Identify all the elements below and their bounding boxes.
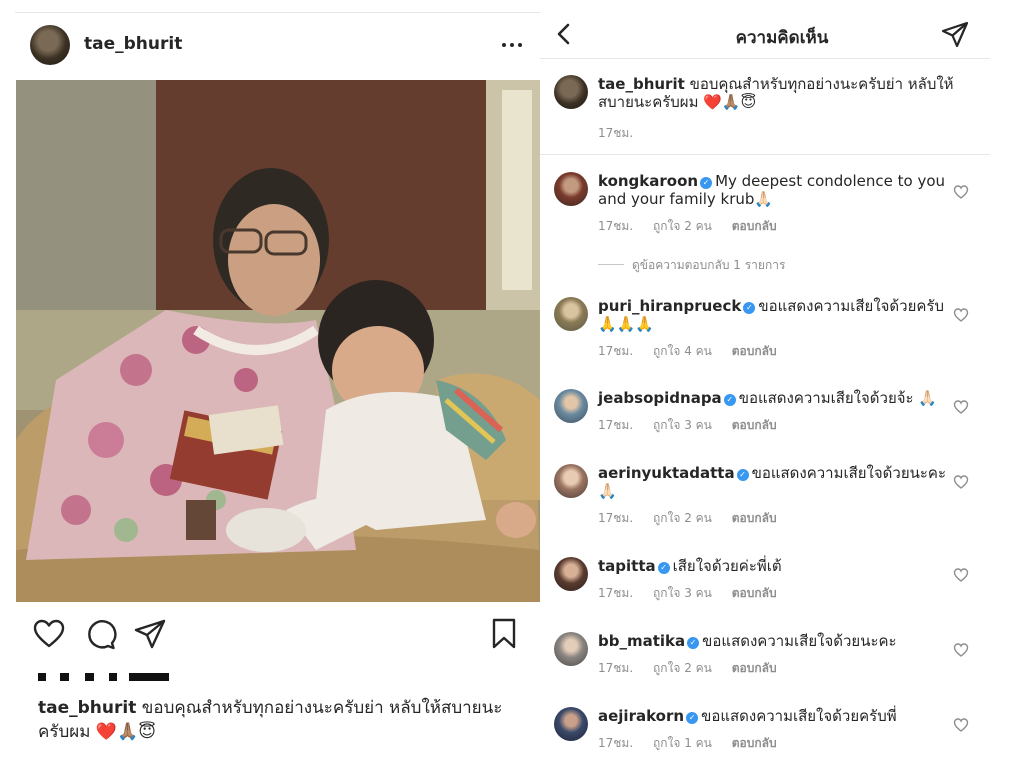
avatar[interactable] — [554, 464, 588, 498]
verified-badge-icon: ✓ — [723, 394, 736, 406]
comment-username[interactable]: puri_hiranprueck — [598, 297, 741, 315]
comment-meta: 17ชม. ถูกใจ 1 คน ตอบกลับ — [598, 736, 777, 750]
comment-text: kongkaroon ✓ My deepest condolence to you … — [598, 172, 946, 208]
comment-meta: 17ชม. ถูกใจ 2 คน ตอบกลับ — [598, 661, 777, 675]
bookmark-button[interactable] — [486, 616, 522, 652]
small-heart-icon[interactable] — [953, 184, 969, 200]
divider — [540, 154, 990, 155]
divider — [15, 12, 540, 13]
small-heart-icon[interactable] — [953, 399, 969, 415]
comment-meta: 17ชม. — [598, 124, 649, 143]
verified-badge-icon: ✓ — [687, 637, 700, 649]
comment-text: tapitta ✓ เสียใจด้วยค่ะพี่เต้ — [598, 557, 782, 575]
post-photo[interactable] — [16, 80, 540, 602]
caption-username[interactable]: tae_bhurit — [38, 698, 136, 718]
comment-likes[interactable]: ถูกใจ 3 คน — [653, 418, 712, 432]
comment-username[interactable]: aerinyuktadatta — [598, 464, 735, 482]
comment-text: bb_matika ✓ ขอแสดงความเสียใจด้วยนะคะ — [598, 632, 897, 650]
comment-likes[interactable]: ถูกใจ 4 คน — [653, 344, 712, 358]
post-panel: tae_bhurit tae_bhurit ขอบคุณสำหรับทุกอย่… — [0, 0, 540, 770]
avatar[interactable] — [30, 25, 70, 65]
reply-button[interactable]: ตอบกลับ — [732, 344, 777, 358]
comment-time: 17ชม. — [598, 126, 634, 140]
comment-username[interactable]: aejirakorn — [598, 707, 684, 725]
share-button[interactable] — [132, 616, 168, 652]
reply-button[interactable]: ตอบกลับ — [732, 219, 777, 233]
post-caption: tae_bhurit ขอบคุณสำหรับทุกอย่างนะครับย่า… — [38, 696, 528, 744]
comment-text: puri_hiranprueck ✓ ขอแสดงความเสียใจด้วยครั… — [598, 297, 944, 333]
comment-likes[interactable]: ถูกใจ 1 คน — [653, 736, 712, 750]
comment-username[interactable]: kongkaroon — [598, 172, 698, 190]
verified-badge-icon: ✓ — [686, 712, 699, 724]
avatar[interactable] — [554, 172, 588, 206]
comment-username[interactable]: tapitta — [598, 557, 656, 575]
avatar[interactable] — [554, 557, 588, 591]
comment-meta: 17ชม. ถูกใจ 3 คน ตอบกลับ — [598, 418, 777, 432]
verified-badge-icon: ✓ — [743, 302, 756, 314]
small-heart-icon[interactable] — [953, 642, 969, 658]
comment-likes[interactable]: ถูกใจ 3 คน — [653, 586, 712, 600]
small-heart-icon[interactable] — [953, 567, 969, 583]
send-icon — [941, 21, 969, 48]
comment-likes[interactable]: ถูกใจ 2 คน — [653, 219, 712, 233]
share-icon — [134, 619, 166, 649]
comment-likes[interactable]: ถูกใจ 2 คน — [653, 661, 712, 675]
avatar[interactable] — [554, 297, 588, 331]
comment-likes[interactable]: ถูกใจ 2 คน — [653, 511, 712, 525]
post-username[interactable]: tae_bhurit — [84, 34, 182, 54]
comment-username[interactable]: bb_matika — [598, 632, 685, 650]
view-replies-link[interactable]: ดูข้อความตอบกลับ 1 รายการ — [598, 256, 785, 275]
avatar[interactable] — [554, 632, 588, 666]
avatar[interactable] — [554, 389, 588, 423]
comment-text: aerinyuktadatta ✓ ขอแสดงความเสียใจด้วยนะคะ… — [598, 464, 947, 500]
reply-button[interactable]: ตอบกลับ — [732, 661, 777, 675]
small-heart-icon[interactable] — [953, 307, 969, 323]
reply-button[interactable]: ตอบกลับ — [732, 736, 777, 750]
verified-badge-icon: ✓ — [657, 562, 670, 574]
avatar[interactable] — [554, 707, 588, 741]
more-icon — [502, 43, 506, 47]
action-bar — [0, 612, 540, 656]
more-options-button[interactable] — [498, 30, 526, 58]
small-heart-icon[interactable] — [953, 717, 969, 733]
comment-icon — [88, 620, 117, 650]
comment-meta: 17ชม. ถูกใจ 2 คน ตอบกลับ — [598, 511, 777, 525]
comment-text: tae_bhurit ขอบคุณสำหรับทุกอย่างนะครับย่า… — [598, 75, 954, 111]
divider — [540, 58, 990, 59]
verified-badge-icon: ✓ — [700, 177, 713, 189]
reply-button[interactable]: ตอบกลับ — [732, 418, 777, 432]
comment-username[interactable]: jeabsopidnapa — [598, 389, 722, 407]
verified-badge-icon: ✓ — [736, 469, 749, 481]
share-button[interactable] — [940, 20, 970, 50]
comment-meta: 17ชม. ถูกใจ 3 คน ตอบกลับ — [598, 586, 777, 600]
comment-meta: 17ชม. ถูกใจ 4 คน ตอบกลับ — [598, 344, 777, 358]
bookmark-icon — [492, 618, 516, 649]
comment-username[interactable]: tae_bhurit — [598, 75, 685, 93]
comments-panel: ความคิดเห็น tae_bhurit ขอบคุณสำหรับทุกอย… — [540, 0, 1024, 770]
comments-header: ความคิดเห็น — [540, 0, 1024, 60]
post-header: tae_bhurit — [0, 20, 540, 70]
avatar[interactable] — [554, 75, 588, 109]
comment-button[interactable] — [82, 616, 118, 652]
heart-icon — [33, 619, 65, 648]
reply-button[interactable]: ตอบกลับ — [732, 586, 777, 600]
comment-meta: 17ชม. ถูกใจ 2 คน ตอบกลับ — [598, 219, 777, 233]
reply-button[interactable]: ตอบกลับ — [732, 511, 777, 525]
comment-text: aejirakorn ✓ ขอแสดงความเสียใจด้วยครับพี่ — [598, 707, 897, 725]
comment-text: jeabsopidnapa ✓ ขอแสดงความเสียใจด้วยจ้ะ 🙏🏻 — [598, 389, 938, 407]
photo-illustration — [16, 80, 540, 602]
small-heart-icon[interactable] — [953, 474, 969, 490]
like-button[interactable] — [31, 616, 67, 652]
